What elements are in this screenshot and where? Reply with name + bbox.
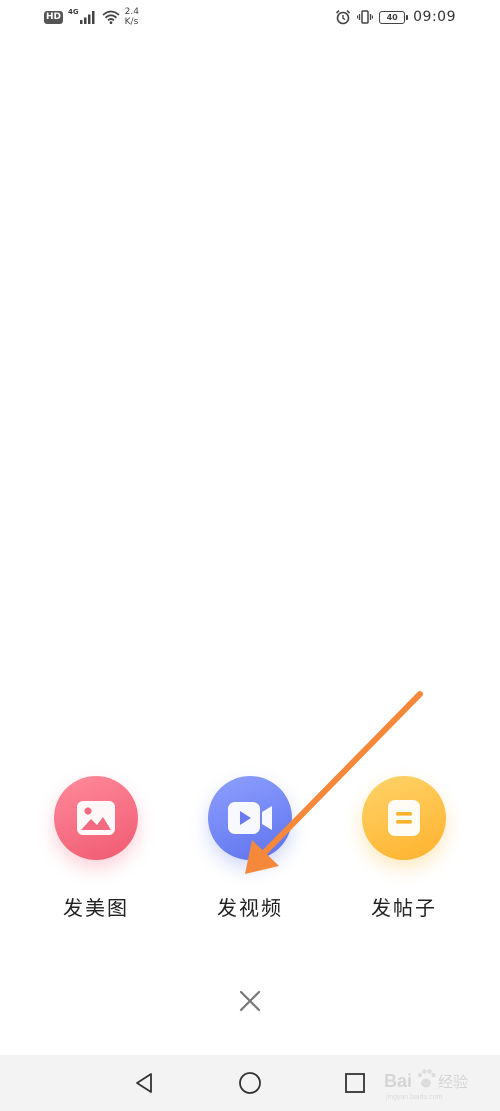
post-image-circle[interactable] [54, 776, 138, 860]
status-bar: HD 4G 2.4 K/s 40 09:09 [0, 0, 500, 34]
back-icon [136, 1073, 152, 1093]
close-icon [239, 990, 261, 1012]
wifi-icon [102, 10, 120, 24]
vibrate-icon [357, 10, 374, 24]
annotation-arrow [245, 691, 423, 874]
baidu-jingyan-watermark: Bai 经验 jingyan.baidu.com [384, 1069, 468, 1101]
back-button[interactable] [130, 1069, 158, 1097]
watermark-brand: Bai [384, 1071, 412, 1091]
post-article-label: 发帖子 [371, 896, 437, 920]
network-type: 4G [68, 8, 79, 16]
post-video-circle[interactable] [208, 776, 292, 860]
recents-button[interactable] [341, 1069, 369, 1097]
home-icon [239, 1072, 261, 1094]
network-speed: 2.4 K/s [125, 7, 139, 27]
close-button[interactable] [233, 984, 267, 1018]
post-image-button[interactable]: 发美图 [31, 776, 161, 921]
hd-badge: HD [44, 10, 64, 24]
speed-unit: K/s [124, 17, 139, 27]
status-bar-left: HD 4G 2.4 K/s [44, 6, 139, 28]
signal-icon [79, 10, 95, 24]
home-button[interactable] [236, 1069, 264, 1097]
battery-level: 40 [386, 12, 398, 22]
speed-value: 2.4 [124, 7, 139, 17]
watermark-url: jingyan.baidu.com [385, 1094, 443, 1101]
clock: 09:09 [413, 9, 456, 25]
alarm-icon [336, 10, 351, 25]
watermark-jingyan: 经验 [438, 1073, 468, 1091]
document-icon [388, 800, 420, 836]
paw-icon [417, 1069, 436, 1088]
status-bar-right: 40 09:09 [335, 6, 456, 28]
post-video-label: 发视频 [217, 896, 283, 920]
recents-icon [345, 1073, 365, 1093]
post-image-label: 发美图 [63, 896, 129, 920]
screen: HD 4G 2.4 K/s 40 09:09 发美图 发视频 发帖子 Bai 经… [0, 0, 500, 1111]
battery-icon: 40 [379, 10, 409, 24]
post-video-button[interactable]: 发视频 [185, 776, 315, 921]
video-camera-icon [228, 802, 272, 834]
publish-actions: 发美图 发视频 发帖子 [0, 776, 500, 936]
image-icon [77, 801, 115, 835]
post-article-circle[interactable] [362, 776, 446, 860]
post-article-button[interactable]: 发帖子 [339, 776, 469, 921]
